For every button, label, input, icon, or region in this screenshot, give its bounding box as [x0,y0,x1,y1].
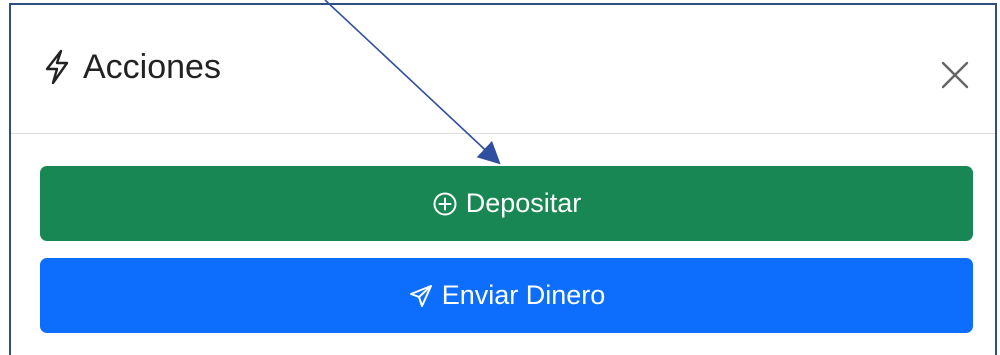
send-money-button[interactable]: Enviar Dinero [40,258,973,333]
panel-title: Acciones [83,48,221,86]
deposit-button-label: Depositar [465,188,582,218]
actions-panel: Acciones Depositar Enviar Dinero [9,3,997,355]
panel-title-group: Acciones [43,49,221,85]
close-button[interactable] [939,59,971,91]
plus-circle-icon [433,192,457,215]
panel-header: Acciones [11,5,995,134]
paper-plane-icon [409,284,432,307]
send-money-button-label: Enviar Dinero [441,280,606,310]
close-icon [941,61,969,89]
lightning-bolt-icon [45,49,69,85]
deposit-button[interactable]: Depositar [40,166,973,241]
